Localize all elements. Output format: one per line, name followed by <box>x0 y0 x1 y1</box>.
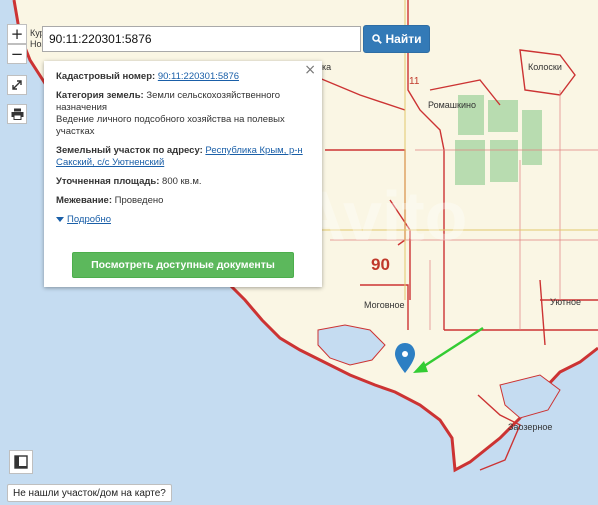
view-documents-button[interactable]: Посмотреть доступные документы <box>72 252 294 278</box>
not-found-link[interactable]: Не нашли участок/дом на карте? <box>7 484 172 502</box>
survey-label: Межевание: <box>56 195 112 206</box>
place-zaozernoe: Заозерное <box>508 422 553 432</box>
zoom-out-button[interactable]: − <box>7 44 27 64</box>
survey-value: Проведено <box>114 195 164 206</box>
place-uyutnoe: Уютное <box>550 297 581 307</box>
search-button-label: Найти <box>385 32 422 46</box>
area-value: 800 кв.м. <box>162 176 202 187</box>
place-kolosky: Колоски <box>528 62 562 72</box>
cadastral-row: Кадастровый номер: 90:11:220301:5876 <box>56 71 310 83</box>
area-row: Уточненная площадь: 800 кв.м. <box>56 176 310 188</box>
category-row: Категория земель: Земли сельскохозяйстве… <box>56 90 310 138</box>
survey-row: Межевание: Проведено <box>56 195 310 207</box>
printer-icon <box>11 108 23 120</box>
address-row: Земельный участок по адресу: Республика … <box>56 145 310 169</box>
print-button[interactable] <box>7 104 27 124</box>
layers-icon <box>14 455 28 469</box>
address-label: Земельный участок по адресу: <box>56 145 203 156</box>
search-button[interactable]: Найти <box>363 25 430 53</box>
zoom-in-button[interactable]: + <box>7 24 27 44</box>
cadastral-label: Кадастровый номер: <box>56 71 156 82</box>
details-label: Подробно <box>67 214 111 225</box>
caret-down-icon <box>56 217 64 222</box>
search-icon <box>371 34 382 44</box>
cadastral-link[interactable]: 90:11:220301:5876 <box>158 71 239 82</box>
place-romashkino: Ромашкино <box>428 100 476 110</box>
place-mogochnoe: Моговное <box>364 300 405 310</box>
usage-value: Ведение личного подсобного хозяйства на … <box>56 114 285 137</box>
district-number-label: 90 <box>371 255 390 274</box>
details-toggle[interactable]: Подробно <box>56 214 310 226</box>
area-label: Уточненная площадь: <box>56 176 160 187</box>
layers-button[interactable] <box>9 450 33 474</box>
parcel-info-popup: × Кадастровый номер: 90:11:220301:5876 К… <box>44 61 322 287</box>
category-label: Категория земель: <box>56 90 144 101</box>
close-icon[interactable]: × <box>304 63 316 77</box>
expand-icon <box>12 80 22 90</box>
block-number-label: 11 <box>409 76 420 87</box>
place-top-mid: ка <box>322 62 332 72</box>
fullscreen-button[interactable] <box>7 75 27 95</box>
search-input[interactable] <box>42 26 361 52</box>
